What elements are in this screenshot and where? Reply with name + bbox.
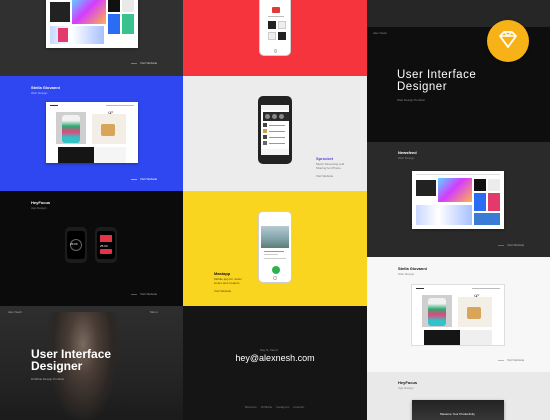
phone-mockup	[258, 96, 292, 164]
project-subtitle: App Design	[31, 206, 47, 210]
project-title: Stella Giovanni	[31, 85, 60, 90]
app-name: Mastapp	[214, 271, 231, 276]
visit-website-link[interactable]: Visit Website	[316, 174, 333, 178]
social-link-behance[interactable]: Behance	[245, 405, 257, 409]
hero-subtitle: Dribbble Design Portfolio	[31, 377, 65, 381]
menu-link[interactable]: Menu	[150, 310, 158, 314]
project-subtitle: Web Design	[398, 156, 415, 160]
phone-mockup	[259, 0, 291, 56]
project-title: HeyFocus	[398, 380, 418, 385]
project-title: Stella Giovanni	[398, 266, 427, 271]
tile-stella-giovanni-blue[interactable]: Stella Giovanni Web Design 𝒮 Visit Websi…	[0, 76, 183, 191]
tile-newsfeed-preview[interactable]: Visit Website	[0, 0, 183, 76]
app-desc-line-2: Sharing for iPhone	[316, 166, 341, 170]
social-link-dribbble[interactable]: Dribbble	[261, 405, 272, 409]
sketch-diamond-icon	[499, 31, 517, 48]
visit-website-link[interactable]: Visit Website	[507, 243, 524, 247]
app-desc-line-2: lovers and creators	[214, 281, 240, 285]
project-subtitle: App Design	[398, 386, 414, 390]
watch-left: 25:00	[65, 227, 87, 263]
social-link-linkedin[interactable]: LinkedIn	[293, 405, 304, 409]
project-subtitle: Web Design	[398, 272, 415, 276]
stella-site-thumbnail: 𝒮	[46, 102, 138, 163]
project-title: Newsfeed	[398, 150, 417, 155]
hero-title: User Interface Designer	[31, 347, 112, 373]
preview-headline: Measure Your Productivity	[440, 412, 475, 416]
newsfeed-site-thumbnail	[46, 0, 138, 48]
project-subtitle: Web Design	[31, 91, 48, 95]
stella-site-thumbnail: 𝒮	[412, 285, 504, 345]
hero-subtitle: Web Design Portfolio	[397, 98, 426, 102]
tile-heyfocus-watch[interactable]: HeyFocus App Design 25:00 25:00 Visit We…	[0, 191, 183, 306]
visit-website-link[interactable]: Visit Website	[140, 177, 157, 181]
tile-mastapp-yellow[interactable]: Mastapp Mobile app for music lovers and …	[183, 191, 367, 306]
contact-kicker: Say hi, friend	[260, 348, 278, 352]
brand-name: Alex Nesh	[373, 31, 387, 35]
tile-newsfeed-grey[interactable]: Newsfeed Web Design Visit Website	[367, 142, 550, 257]
social-link-instagram[interactable]: Instagram	[276, 405, 289, 409]
heyfocus-site-thumbnail: Measure Your Productivity	[412, 400, 504, 420]
phone-mockup	[258, 211, 292, 283]
visit-website-link[interactable]: Visit Website	[214, 289, 231, 293]
tile-stella-giovanni-white[interactable]: Stella Giovanni Web Design 𝒮 Visit Websi…	[367, 257, 550, 372]
visit-website-link[interactable]: Visit Website	[140, 292, 157, 296]
newsfeed-site-thumbnail	[412, 171, 504, 229]
visit-website-link[interactable]: Visit Website	[507, 358, 524, 362]
brand-name: Alex Nesh	[8, 310, 22, 314]
tile-portfolio-hero[interactable]: Alex Nesh Menu User Interface Designer D…	[0, 306, 183, 420]
tile-sprocket-app[interactable]: Sprocket Music Streaming and Sharing for…	[183, 76, 367, 191]
visit-website-link[interactable]: Visit Website	[140, 61, 157, 65]
app-name: Sprocket	[316, 156, 334, 161]
tile-contact[interactable]: Say hi, friend hey@alexnesh.com Behance …	[183, 306, 367, 420]
sketch-badge	[487, 20, 529, 62]
contact-email[interactable]: hey@alexnesh.com	[183, 353, 367, 364]
hero-title: User Interface Designer	[397, 69, 477, 93]
project-title: HeyFocus	[31, 200, 51, 205]
watch-right: 25:00	[95, 227, 117, 263]
tile-red-phone[interactable]	[183, 0, 367, 76]
tile-heyfocus-web[interactable]: HeyFocus App Design Measure Your Product…	[367, 372, 550, 420]
